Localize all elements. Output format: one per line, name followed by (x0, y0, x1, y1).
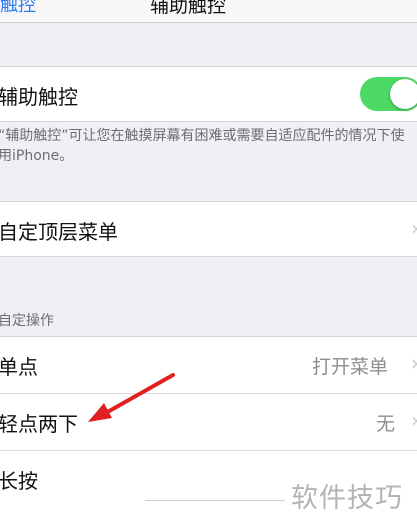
watermark-underline (145, 500, 285, 501)
annotation-arrow-icon (88, 373, 175, 422)
watermark-text: 软件技巧 (291, 483, 403, 514)
